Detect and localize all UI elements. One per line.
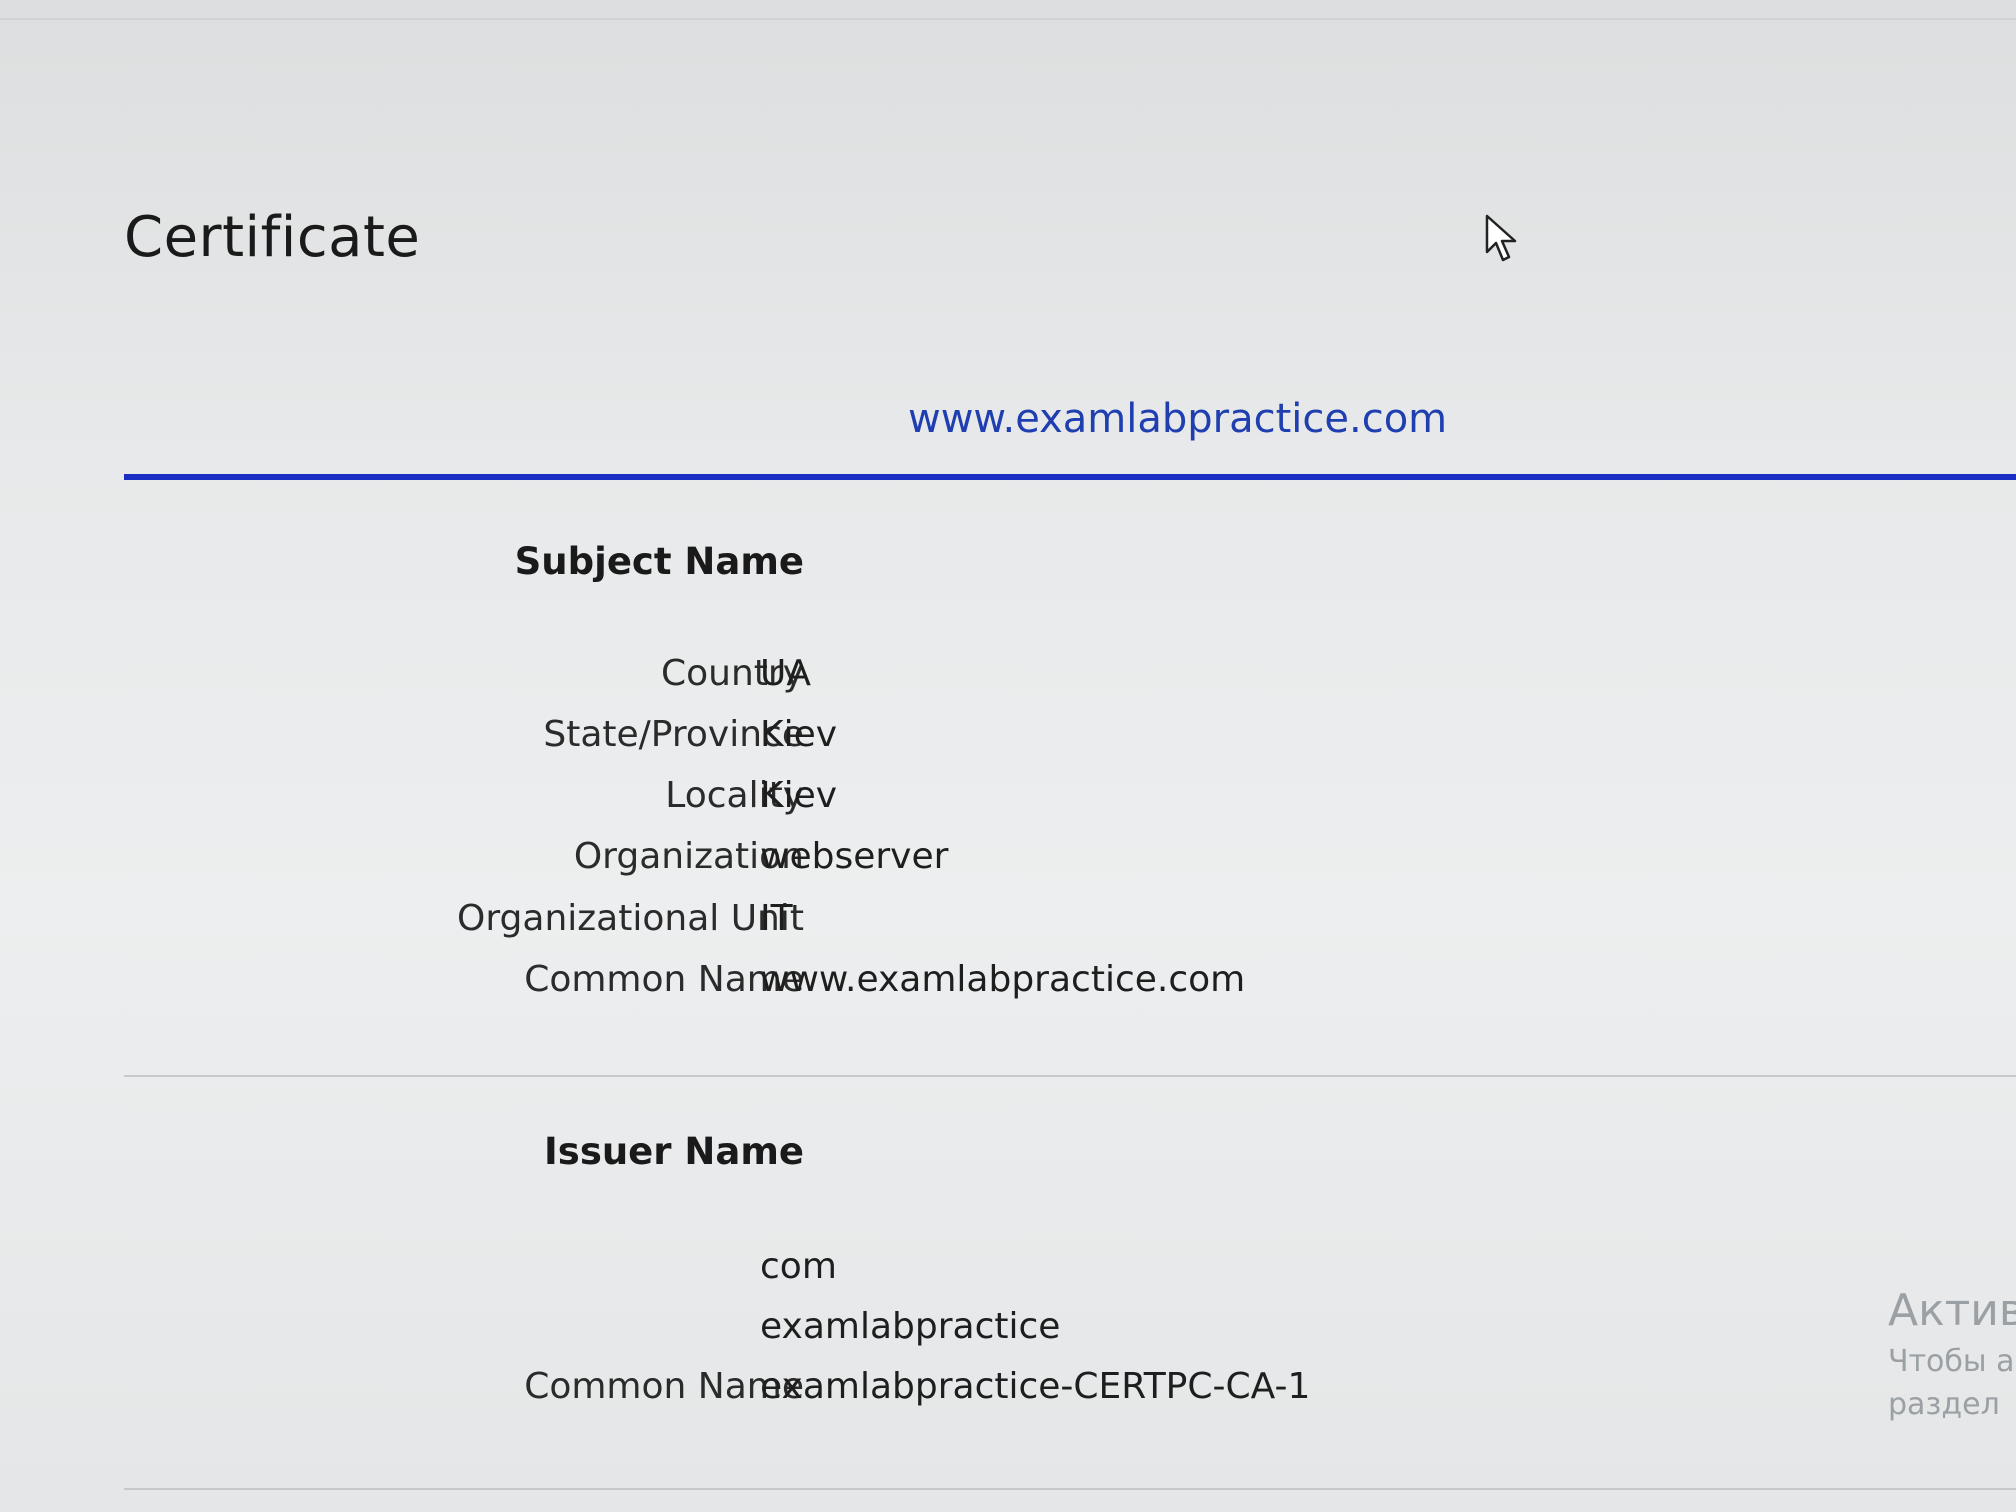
subject-name-heading: Subject Name [514, 540, 804, 583]
field-value: examlabpractice-CERTPC-CA-1 [760, 1366, 1311, 1407]
subject-field-row-locality: Locality Kiev [124, 775, 2016, 835]
watermark-line: Чтобы а [1888, 1344, 2015, 1379]
issuer-name-heading: Issuer Name [544, 1130, 804, 1173]
certificate-tab-header: www.examlabpractice.com [124, 388, 2016, 488]
field-value: Kiev [760, 775, 838, 816]
field-value: examlabpractice [760, 1306, 1061, 1347]
windows-activation-watermark: Актив Чтобы а раздел [1888, 1285, 2016, 1422]
watermark-line: Актив [1888, 1285, 2016, 1336]
field-value: webserver [760, 836, 949, 877]
issuer-field-row-dc-domain: examlabpractice [124, 1306, 2016, 1366]
top-border [0, 18, 2016, 20]
section-divider [124, 1488, 2016, 1490]
subject-field-row-organization: Organization webserver [124, 836, 2016, 896]
subject-field-row-country: Country UA [124, 653, 2016, 713]
field-value: IT [760, 898, 793, 939]
subject-field-row-common-name: Common Name www.examlabpractice.com [124, 959, 2016, 1019]
field-label: Organizational Unit [457, 898, 804, 939]
subject-field-row-org-unit: Organizational Unit IT [124, 898, 2016, 958]
page-title: Certificate [124, 205, 421, 270]
subject-field-row-state: State/Province Kiev [124, 714, 2016, 774]
field-value: www.examlabpractice.com [760, 959, 1246, 1000]
issuer-field-row-common-name: Common Name examlabpractice-CERTPC-CA-1 [124, 1366, 2016, 1426]
section-divider [124, 1075, 2016, 1077]
issuer-field-row-dc-com: com [124, 1246, 2016, 1306]
mouse-pointer-icon [1485, 214, 1517, 262]
field-value: com [760, 1246, 837, 1287]
tab-certificate-domain[interactable]: www.examlabpractice.com [908, 396, 1447, 442]
watermark-line: раздел [1888, 1387, 2000, 1422]
field-value: UA [760, 653, 811, 694]
tab-active-underline [124, 474, 2016, 480]
field-value: Kiev [760, 714, 838, 755]
certificate-viewer-page: Certificate www.examlabpractice.com Subj… [0, 0, 2016, 1512]
